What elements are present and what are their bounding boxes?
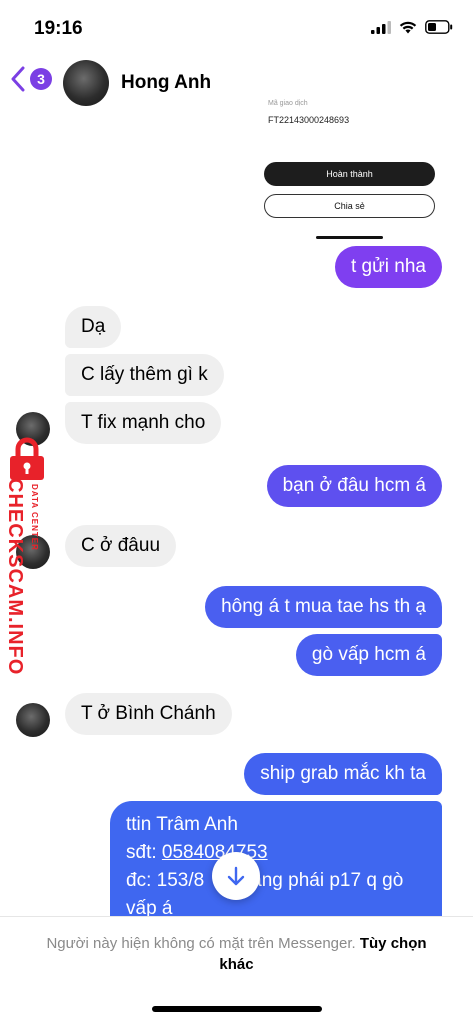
phone-label: sđt: (126, 842, 162, 863)
address-line-street: đc: 153/8 àng phái p17 q gò (126, 867, 426, 895)
receipt-home-indicator (316, 236, 383, 239)
message-outgoing[interactable]: t gửi nha (334, 246, 442, 288)
message-outgoing[interactable]: bạn ở đâu hcm á (266, 465, 442, 507)
back-button[interactable]: 3 (10, 66, 52, 92)
status-icons (371, 20, 453, 34)
message-outgoing-address[interactable]: ttin Trâm Anh sđt: 0584084753 đc: 153/8 à… (110, 801, 442, 919)
signal-icon (371, 20, 391, 34)
unavailable-notice: Người này hiện không có mặt trên Messeng… (40, 933, 433, 975)
contact-name[interactable]: Hong Anh (121, 72, 211, 94)
arrow-down-icon (227, 866, 245, 886)
notice-text: Người này hiện không có mặt trên Messeng… (46, 935, 356, 952)
message-incoming[interactable]: T ở Bình Chánh (65, 693, 232, 735)
receipt-transaction-code: FT22143000248693 (268, 115, 350, 125)
receipt-label: Mã giao dịch (268, 100, 308, 107)
watermark-subtext: DATA CENTER (30, 484, 39, 551)
address-line-name: ttin Trâm Anh (126, 814, 238, 835)
message-incoming[interactable]: C lấy thêm gì k (65, 354, 224, 396)
lock-icon (10, 437, 44, 480)
watermark-text: CHECKSCAM.INFO (4, 478, 26, 676)
message-incoming[interactable]: C ở đâuu (65, 525, 177, 567)
home-indicator[interactable] (152, 1006, 322, 1012)
message-outgoing[interactable]: hông á t mua tae hs th ạ (205, 586, 442, 628)
battery-icon (425, 20, 453, 34)
scroll-to-bottom-button[interactable] (212, 852, 260, 900)
message-incoming[interactable]: T fix mạnh cho (65, 402, 222, 444)
street-rest: àng phái p17 q gò (251, 870, 404, 891)
address-line-phone: sđt: 0584084753 (126, 839, 426, 867)
status-time: 19:16 (34, 18, 83, 39)
message-incoming[interactable]: Dạ (65, 306, 122, 348)
receipt-done-button: Hoàn thành (264, 162, 435, 186)
contact-avatar[interactable] (63, 60, 109, 106)
receipt-share-button: Chia sẻ (264, 194, 435, 218)
contact-avatar-small (16, 703, 50, 737)
unread-count-badge: 3 (30, 68, 52, 90)
wifi-icon (399, 21, 417, 33)
message-outgoing[interactable]: gò vấp hcm á (295, 634, 442, 676)
back-chevron-icon (11, 66, 25, 92)
street-start: đc: 153/8 (126, 870, 205, 891)
message-outgoing[interactable]: ship grab mắc kh ta (244, 753, 442, 795)
